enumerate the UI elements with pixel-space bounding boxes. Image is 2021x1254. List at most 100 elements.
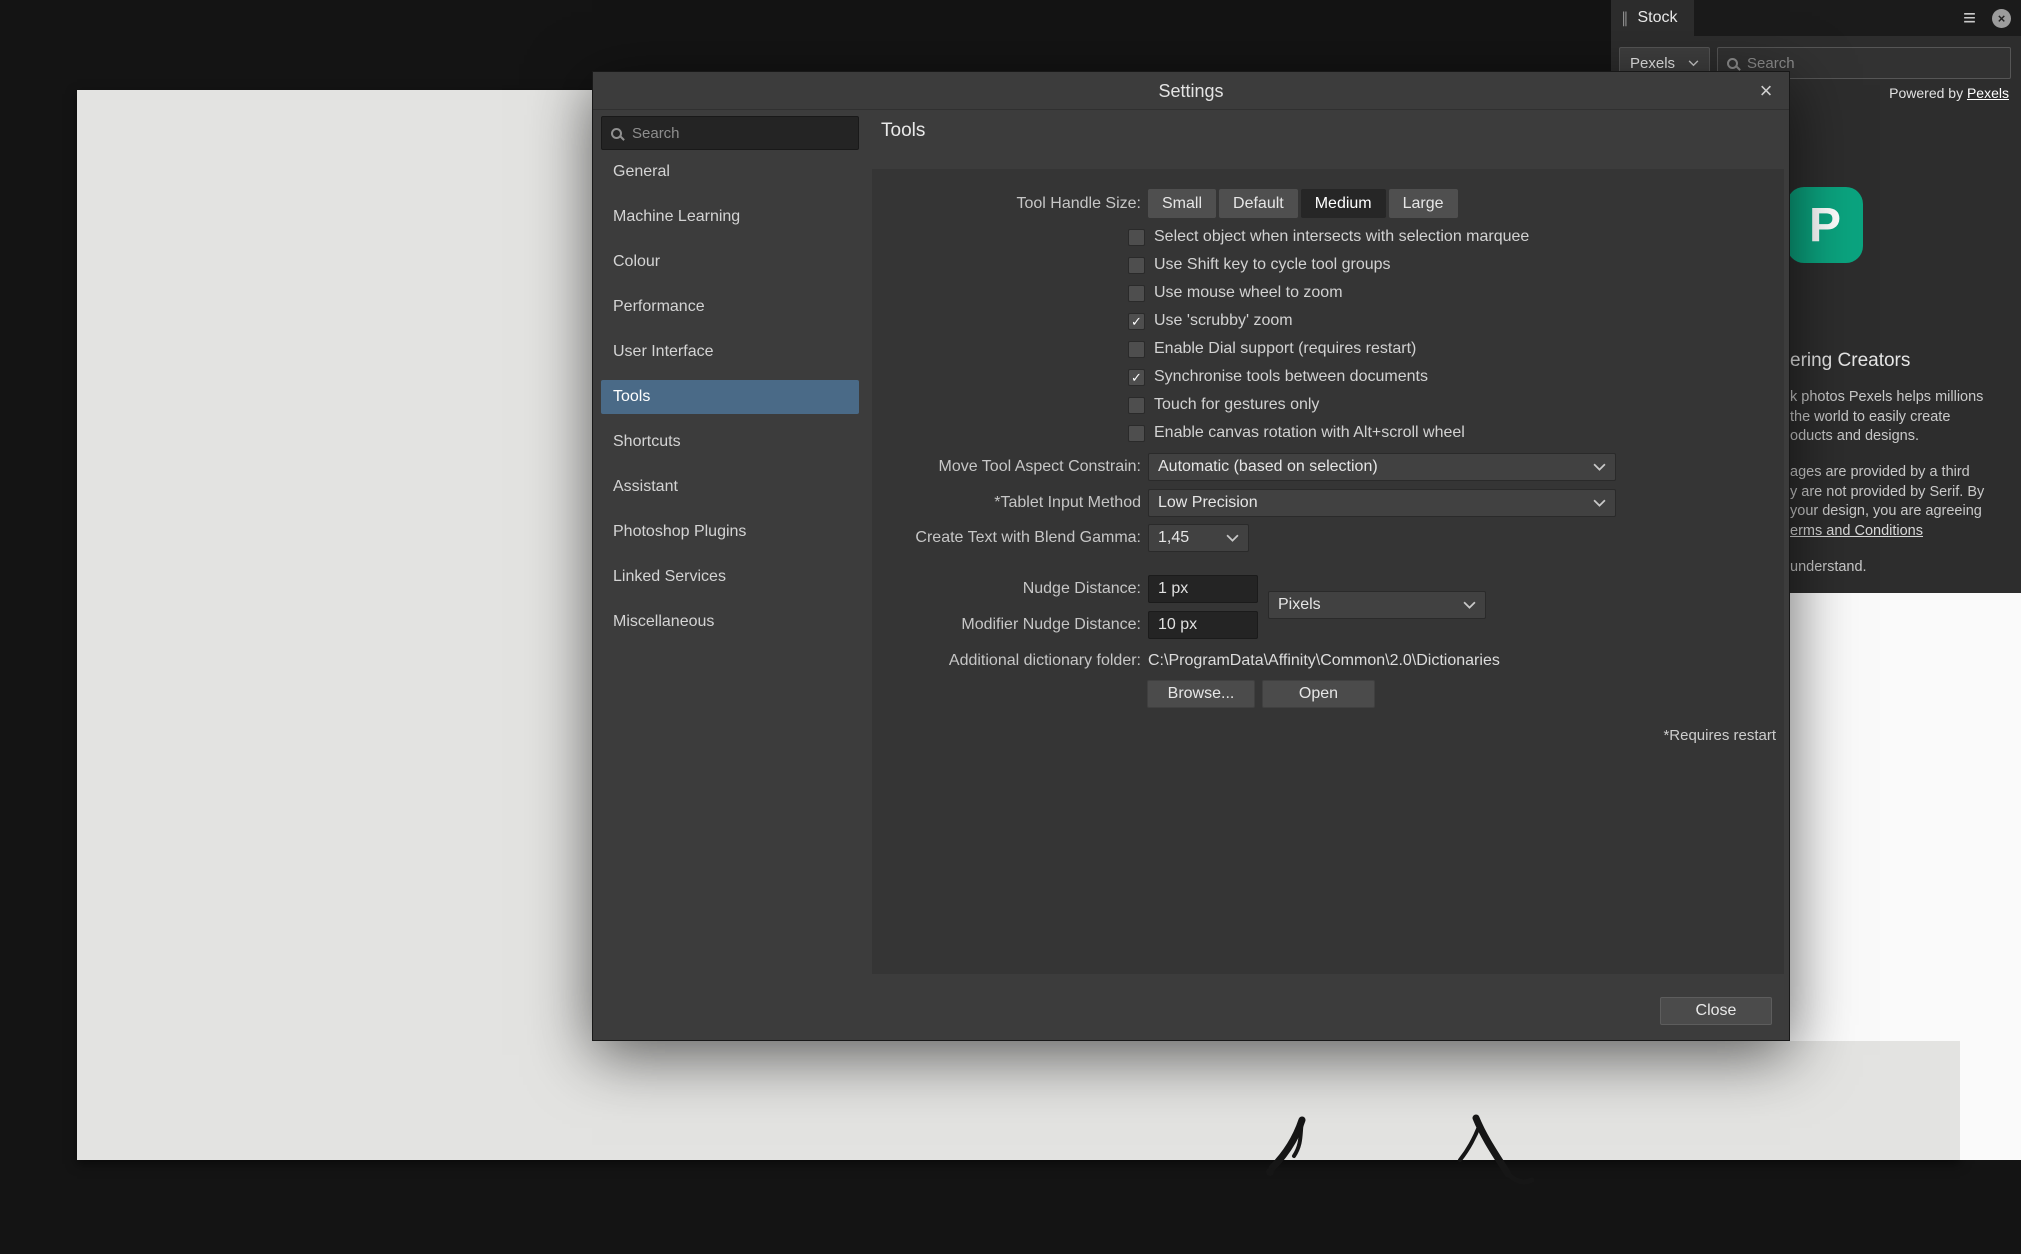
- stock-results-area: [1790, 593, 2021, 1041]
- powered-by-note: Powered by Pexels: [1889, 85, 2009, 101]
- checkbox-scrubby-zoom[interactable]: ✓: [1128, 313, 1145, 330]
- segment-default[interactable]: Default: [1219, 189, 1298, 218]
- open-button[interactable]: Open: [1262, 680, 1375, 708]
- checkbox-row: ✓ Synchronise tools between documents: [1128, 363, 1529, 391]
- chevron-down-icon: [1688, 60, 1699, 67]
- dialog-close-icon[interactable]: ×: [1753, 78, 1779, 104]
- modifier-nudge-distance-input[interactable]: [1148, 611, 1258, 639]
- nudge-distance-input[interactable]: [1148, 575, 1258, 603]
- sidebar-item-performance[interactable]: Performance: [601, 290, 859, 324]
- sidebar-item-colour[interactable]: Colour: [601, 245, 859, 279]
- checkbox-row: Select object when intersects with selec…: [1128, 223, 1529, 251]
- stock-provider-label: Pexels: [1630, 55, 1675, 72]
- pexels-logo: P: [1787, 187, 1863, 263]
- dialog-title: Settings: [593, 72, 1789, 110]
- sidebar-item-shortcuts[interactable]: Shortcuts: [601, 425, 859, 459]
- panel-menu-icon[interactable]: ≡: [1963, 0, 1976, 36]
- settings-sidebar: General Machine Learning Colour Performa…: [601, 116, 859, 650]
- checkbox-row: Enable Dial support (requires restart): [1128, 335, 1529, 363]
- browse-button[interactable]: Browse...: [1147, 680, 1255, 708]
- panel-close-icon[interactable]: ×: [1992, 9, 2011, 28]
- segment-large[interactable]: Large: [1389, 189, 1458, 218]
- panel-drag-handle-icon: ∥: [1621, 9, 1629, 27]
- modifier-nudge-distance-label: Modifier Nudge Distance:: [961, 611, 1141, 639]
- tool-handle-size-label: Tool Handle Size:: [1016, 189, 1141, 218]
- stock-info-line: your design, you are agreeing: [1790, 502, 1984, 522]
- chevron-down-icon: [1463, 601, 1476, 610]
- settings-nav: General Machine Learning Colour Performa…: [601, 155, 859, 639]
- settings-search-input[interactable]: [630, 124, 849, 143]
- sidebar-item-miscellaneous[interactable]: Miscellaneous: [601, 605, 859, 639]
- dropdown-value: Pixels: [1278, 596, 1321, 614]
- blend-gamma-label: Create Text with Blend Gamma:: [915, 524, 1141, 552]
- checkbox-label: Use Shift key to cycle tool groups: [1154, 256, 1391, 274]
- checkbox-label: Select object when intersects with selec…: [1154, 228, 1529, 246]
- close-button[interactable]: Close: [1660, 997, 1772, 1025]
- tablet-input-method-label: *Tablet Input Method: [994, 489, 1141, 517]
- checkbox-canvas-rotation[interactable]: [1128, 425, 1145, 442]
- dropdown-value: Low Precision: [1158, 494, 1258, 512]
- checkbox-row: Use Shift key to cycle tool groups: [1128, 251, 1529, 279]
- sidebar-item-linked-services[interactable]: Linked Services: [601, 560, 859, 594]
- move-tool-aspect-label: Move Tool Aspect Constrain:: [939, 453, 1141, 481]
- powered-by-text: Powered by: [1889, 85, 1963, 101]
- pexels-link[interactable]: Pexels: [1967, 85, 2009, 101]
- stock-info-paragraph-2: ages are provided by a third y are not p…: [1790, 463, 1984, 541]
- checkbox-label: Touch for gestures only: [1154, 396, 1319, 414]
- nudge-distance-label: Nudge Distance:: [1023, 575, 1141, 603]
- search-icon: [611, 128, 622, 139]
- checkbox-dial-support[interactable]: [1128, 341, 1145, 358]
- sidebar-item-tools[interactable]: Tools: [601, 380, 859, 414]
- sidebar-item-photoshop-plugins[interactable]: Photoshop Plugins: [601, 515, 859, 549]
- stock-tab-label: Stock: [1638, 9, 1678, 27]
- chevron-down-icon: [1226, 534, 1239, 543]
- segment-medium[interactable]: Medium: [1301, 189, 1386, 218]
- stock-info-paragraph-3: understand.: [1790, 558, 1867, 578]
- stock-info-paragraph-1: k photos Pexels helps millions the world…: [1790, 388, 1983, 447]
- search-icon: [1727, 58, 1738, 69]
- stock-panel-titlebar: ∥ Stock ≡ ×: [1611, 0, 2021, 36]
- checkbox-label: Enable Dial support (requires restart): [1154, 340, 1416, 358]
- stock-info-line: ages are provided by a third: [1790, 463, 1984, 483]
- pexels-logo-letter: P: [1809, 198, 1841, 253]
- checkbox-row: Enable canvas rotation with Alt+scroll w…: [1128, 419, 1529, 447]
- segment-small[interactable]: Small: [1148, 189, 1216, 218]
- settings-dialog: Settings × General Machine Learning Colo…: [592, 71, 1790, 1041]
- stock-search-input[interactable]: [1745, 54, 2001, 73]
- checkbox-synchronise-tools[interactable]: ✓: [1128, 369, 1145, 386]
- tablet-input-method-dropdown[interactable]: Low Precision: [1148, 489, 1616, 517]
- dictionary-folder-path: C:\ProgramData\Affinity\Common\2.0\Dicti…: [1148, 647, 1500, 675]
- checkbox-shift-cycle-tools[interactable]: [1128, 257, 1145, 274]
- stock-info-line: y are not provided by Serif. By: [1790, 483, 1984, 503]
- section-heading: Tools: [881, 120, 925, 142]
- settings-search-box: [601, 116, 859, 150]
- canvas-artwork: [1180, 1020, 1540, 1190]
- dropdown-value: Automatic (based on selection): [1158, 458, 1378, 476]
- checkbox-select-object[interactable]: [1128, 229, 1145, 246]
- chevron-down-icon: [1593, 463, 1606, 472]
- terms-and-conditions-link[interactable]: erms and Conditions: [1790, 522, 1984, 542]
- sidebar-item-machine-learning[interactable]: Machine Learning: [601, 200, 859, 234]
- dropdown-value: 1,45: [1158, 529, 1189, 547]
- stock-info-line: k photos Pexels helps millions: [1790, 388, 1983, 408]
- dictionary-folder-label: Additional dictionary folder:: [949, 647, 1141, 675]
- sidebar-item-user-interface[interactable]: User Interface: [601, 335, 859, 369]
- checkbox-row: Use mouse wheel to zoom: [1128, 279, 1529, 307]
- checkbox-label: Use 'scrubby' zoom: [1154, 312, 1293, 330]
- checkbox-label: Use mouse wheel to zoom: [1154, 284, 1343, 302]
- stock-results-area-strip: [1960, 1041, 2021, 1160]
- checkbox-label: Synchronise tools between documents: [1154, 368, 1428, 386]
- chevron-down-icon: [1593, 499, 1606, 508]
- requires-restart-note: *Requires restart: [1663, 727, 1776, 744]
- tool-handle-size-segmented-control: Small Default Medium Large: [1148, 189, 1458, 218]
- checkbox-touch-gestures[interactable]: [1128, 397, 1145, 414]
- move-tool-aspect-dropdown[interactable]: Automatic (based on selection): [1148, 453, 1616, 481]
- stock-info-heading: ering Creators: [1790, 350, 1910, 372]
- sidebar-item-general[interactable]: General: [601, 155, 859, 189]
- blend-gamma-dropdown[interactable]: 1,45: [1148, 524, 1249, 552]
- stock-info-line: oducts and designs.: [1790, 427, 1983, 447]
- stock-tab[interactable]: ∥ Stock: [1611, 0, 1694, 36]
- nudge-units-dropdown[interactable]: Pixels: [1268, 591, 1486, 619]
- sidebar-item-assistant[interactable]: Assistant: [601, 470, 859, 504]
- checkbox-mouse-wheel-zoom[interactable]: [1128, 285, 1145, 302]
